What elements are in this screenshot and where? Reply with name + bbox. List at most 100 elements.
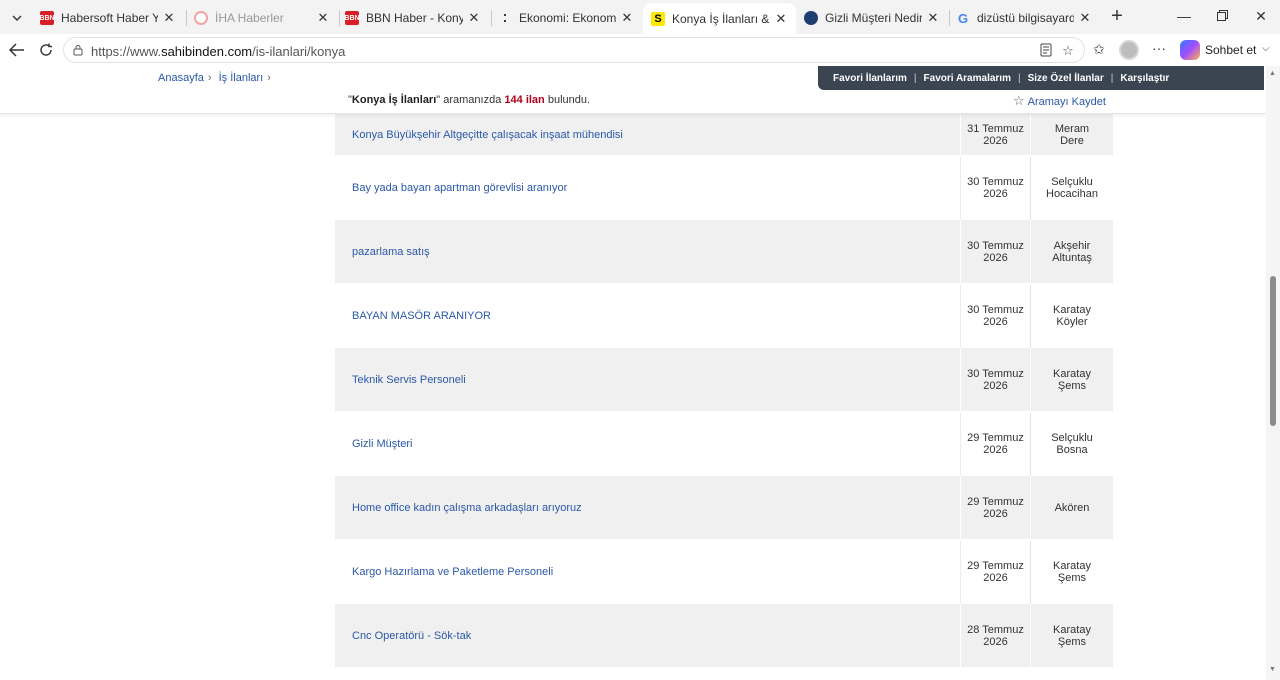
- favorite-listings-link[interactable]: Favori İlanlarım: [833, 73, 907, 84]
- listing-date-year: 2026: [983, 135, 1008, 147]
- listing-title-link[interactable]: Gizli Müşteri: [352, 412, 413, 476]
- listing-title-link[interactable]: Kargo Hazırlama ve Paketleme Personeli: [352, 540, 553, 604]
- table-row[interactable]: Konya Büyükşehir Altgeçitte çalışacak in…: [335, 114, 1113, 156]
- listing-location-neighborhood: Dere: [1060, 135, 1084, 147]
- page-viewport: Anasayfa › İş İlanları › Favori İlanlarım …: [0, 66, 1266, 680]
- tab-title: Gizli Müşteri Nedir, Ne: [825, 11, 922, 25]
- new-tab-plus-icon[interactable]: +: [1106, 6, 1128, 28]
- table-row[interactable]: pazarlama satış 30 Temmuz 2026 Akşehir Alt…: [335, 220, 1113, 284]
- listing-title-link[interactable]: pazarlama satış: [352, 220, 430, 284]
- copilot-icon[interactable]: [1180, 40, 1200, 60]
- minimize-icon[interactable]: —: [1174, 8, 1194, 24]
- tab-gizli-musteri[interactable]: Gizli Müşteri Nedir, Ne ✕: [796, 4, 948, 32]
- listing-title-link[interactable]: Cnc Operatörü - Sök-tak: [352, 604, 471, 668]
- result-suffix-text: bulundu.: [547, 94, 591, 106]
- back-icon[interactable]: [6, 39, 28, 61]
- listing-title-link[interactable]: Konya Büyükşehir Altgeçitte çalışacak in…: [352, 114, 623, 156]
- tab-actions-chevron-icon[interactable]: [6, 7, 28, 29]
- tab-title: İHA Haberler: [215, 11, 284, 25]
- listing-date-year: 2026: [983, 444, 1008, 456]
- listing-date-day: 30 Temmuz: [967, 176, 1024, 188]
- tab-title: dizüstü bilgisayarda ek: [977, 11, 1074, 25]
- scrollbar-thumb[interactable]: [1270, 276, 1276, 426]
- breadcrumb-jobs-link[interactable]: İş İlanları: [219, 72, 264, 84]
- search-query: Konya İş İlanları: [351, 94, 437, 106]
- listing-date: 30 Temmuz 2026: [960, 156, 1030, 220]
- listing-location-district: Karatay: [1053, 560, 1091, 572]
- table-row[interactable]: Teknik Servis Personeli 30 Temmuz 2026 Ka…: [335, 348, 1113, 412]
- chevron-down-icon[interactable]: ⌵: [1262, 43, 1270, 54]
- close-tab-icon[interactable]: ✕: [620, 10, 634, 26]
- table-row[interactable]: Home office kadın çalışma arkadaşları ar…: [335, 476, 1113, 540]
- reading-view-icon[interactable]: [1038, 43, 1054, 59]
- table-row[interactable]: Bay yada bayan apartman görevlisi aranıy…: [335, 156, 1113, 220]
- listing-title-link[interactable]: Bay yada bayan apartman görevlisi aranıy…: [352, 156, 567, 220]
- scroll-down-arrow-icon[interactable]: ▼: [1269, 666, 1276, 673]
- close-tab-icon[interactable]: ✕: [316, 10, 330, 26]
- iha-logo-icon: [194, 11, 208, 25]
- profile-avatar[interactable]: [1119, 40, 1139, 60]
- tab-bbn[interactable]: BBN BBN Haber - Konya Son ✕: [337, 4, 489, 32]
- tab-title: Ekonomi: Ekonomi Habe: [519, 11, 616, 25]
- close-tab-icon[interactable]: ✕: [162, 10, 176, 26]
- listing-title-link[interactable]: Home office kadın çalışma arkadaşları ar…: [352, 476, 582, 540]
- reload-icon[interactable]: [35, 39, 57, 61]
- listing-location-district: Akşehir: [1053, 240, 1091, 252]
- listing-location-district: Akören: [1054, 502, 1090, 514]
- close-tab-icon[interactable]: ✕: [926, 10, 940, 26]
- listing-date-year: 2026: [983, 380, 1008, 392]
- favorite-star-icon[interactable]: ☆: [1060, 43, 1076, 59]
- page-scrollbar[interactable]: ▲ ▼: [1266, 66, 1280, 680]
- chevron-right-icon: ›: [207, 72, 212, 84]
- tab-habersoft[interactable]: BBN Habersoft Haber Yazılım ✕: [32, 4, 184, 32]
- chevron-right-icon: ›: [267, 72, 271, 84]
- table-row[interactable]: Cnc Operatörü - Sök-tak 28 Temmuz 2026 Ka…: [335, 604, 1113, 668]
- url-path: /is-ilanlari/konya: [252, 44, 346, 59]
- breadcrumb-home-link[interactable]: Anasayfa: [158, 72, 204, 84]
- listing-location-district: Karatay: [1053, 304, 1091, 316]
- tab-strip: BBN Habersoft Haber Yazılım ✕ İHA Haberl…: [0, 0, 1280, 34]
- close-window-icon[interactable]: ✕: [1251, 8, 1271, 25]
- tab-google[interactable]: G dizüstü bilgisayarda ek ✕: [948, 4, 1100, 32]
- table-row[interactable]: BAYAN MASÖR ARANIYOR 30 Temmuz 2026 Karat…: [335, 284, 1113, 348]
- listing-title-link[interactable]: Teknik Servis Personeli: [352, 348, 466, 412]
- copilot-button[interactable]: Sohbet et: [1205, 43, 1256, 57]
- site-info-lock-icon[interactable]: [72, 44, 84, 56]
- favorites-collection-icon[interactable]: ✩: [1090, 41, 1108, 57]
- listing-location: Akören: [1030, 476, 1113, 540]
- compare-link[interactable]: Karşılaştır: [1120, 73, 1169, 84]
- listing-location-neighborhood: Şems: [1057, 636, 1087, 648]
- personalized-listings-link[interactable]: Size Özel İlanlar: [1028, 73, 1104, 84]
- result-mid-text: aramanızda: [443, 94, 502, 106]
- listing-title-link[interactable]: BAYAN MASÖR ARANIYOR: [352, 284, 491, 348]
- listing-location: Karatay Köyler: [1030, 284, 1113, 348]
- table-row[interactable]: Kargo Hazırlama ve Paketleme Personeli 2…: [335, 540, 1113, 604]
- listing-date: 28 Temmuz 2026: [960, 604, 1030, 668]
- listing-location-neighborhood: Şems: [1057, 572, 1087, 584]
- listing-date-year: 2026: [983, 316, 1008, 328]
- tab-iha[interactable]: İHA Haberler ✕: [186, 4, 338, 32]
- listing-date: 30 Temmuz 2026: [960, 348, 1030, 412]
- listing-date: 29 Temmuz 2026: [960, 476, 1030, 540]
- table-row[interactable]: Gizli Müşteri 29 Temmuz 2026 Selçuklu Bosn…: [335, 412, 1113, 476]
- listing-date-day: 31 Temmuz: [967, 123, 1024, 135]
- more-options-icon[interactable]: ···: [1150, 40, 1168, 56]
- listing-date-year: 2026: [983, 508, 1008, 520]
- close-tab-icon[interactable]: ✕: [1078, 10, 1092, 26]
- save-search-button[interactable]: ☆ Aramayı Kaydet: [1013, 93, 1106, 109]
- scroll-up-arrow-icon[interactable]: ▲: [1269, 70, 1276, 77]
- address-bar[interactable]: https://www.sahibinden.com/is-ilanlari/k…: [63, 37, 1085, 63]
- close-tab-icon[interactable]: ✕: [774, 11, 788, 27]
- tab-sahibinden[interactable]: S Konya İş İlanları & Elem ✕: [643, 3, 796, 34]
- close-tab-icon[interactable]: ✕: [467, 10, 481, 26]
- tab-title: Habersoft Haber Yazılım: [61, 11, 158, 25]
- tab-ekonomi[interactable]: ⁚ Ekonomi: Ekonomi Habe ✕: [490, 4, 642, 32]
- listing-location: Akşehir Altuntaş: [1030, 220, 1113, 284]
- listing-date-day: 29 Temmuz: [967, 560, 1024, 572]
- url-text[interactable]: https://www.sahibinden.com/is-ilanlari/k…: [91, 44, 345, 59]
- listing-date-year: 2026: [983, 188, 1008, 200]
- listing-location: Meram Dere: [1030, 114, 1113, 156]
- restore-icon[interactable]: [1212, 8, 1232, 24]
- favorite-searches-link[interactable]: Favori Aramalarım: [924, 73, 1011, 84]
- listing-date: 29 Temmuz 2026: [960, 412, 1030, 476]
